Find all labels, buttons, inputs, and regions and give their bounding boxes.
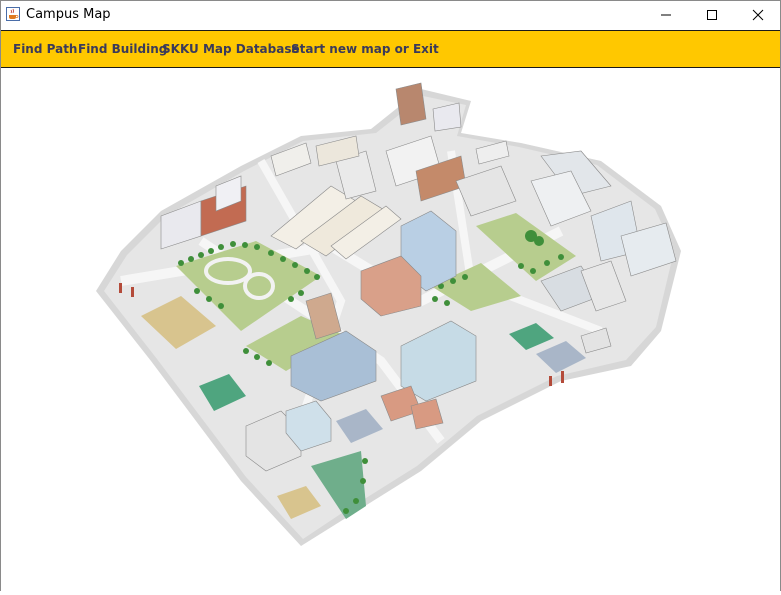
campus-isometric-map[interactable]: [1, 69, 780, 591]
window-title: Campus Map: [26, 7, 111, 22]
minimize-button[interactable]: [643, 1, 689, 29]
minimize-icon: [661, 14, 671, 16]
app-window: Campus Map Find Path Find Building SKKU …: [0, 0, 781, 591]
campus-map-view[interactable]: [1, 69, 780, 591]
maximize-icon: [707, 10, 717, 20]
close-button[interactable]: [735, 1, 781, 29]
title-bar[interactable]: Campus Map: [1, 1, 780, 29]
java-cup-icon: [6, 7, 20, 21]
menu-bar: Find Path Find Building SKKU Map Databas…: [1, 30, 780, 68]
close-icon: [752, 9, 764, 21]
maximize-button[interactable]: [689, 1, 735, 29]
menu-find-building[interactable]: Find Building: [78, 42, 167, 56]
menu-find-path[interactable]: Find Path: [13, 42, 77, 56]
menu-skku-map-database[interactable]: SKKU Map Database: [162, 42, 300, 56]
menu-start-new-map-or-exit[interactable]: Start new map or Exit: [291, 42, 439, 56]
